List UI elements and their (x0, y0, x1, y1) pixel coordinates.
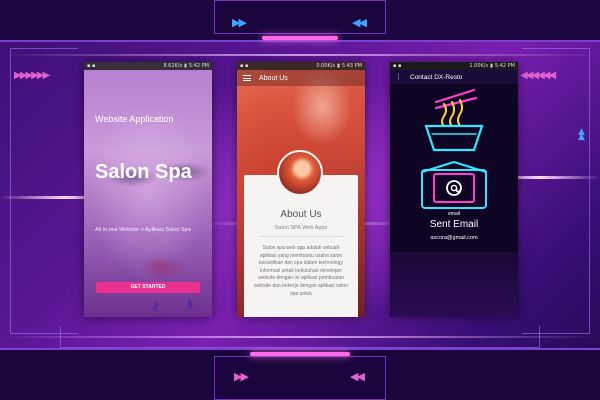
status-left-icons: ▪ ▪ (240, 63, 249, 69)
status-left-icons: ▪ ▪ (87, 63, 96, 69)
neon-at-mail-icon (421, 161, 487, 209)
get-started-button[interactable]: GET STARTED (96, 282, 200, 293)
left-frame-line (10, 48, 78, 334)
status-bar: ▪ ▪ 1.00K/s ▮ 5:42 PM (390, 62, 518, 70)
status-time: 5:43 PM (341, 63, 362, 69)
neon-line (0, 336, 600, 338)
signal-icon: ▮ (490, 63, 493, 69)
app-title: Salon Spa (95, 161, 192, 183)
app-bar-title: About Us (259, 74, 288, 82)
divider (259, 236, 343, 237)
top-chevron-icon: ◀◀ (352, 16, 367, 29)
bottom-glow-bar (250, 352, 350, 356)
bottom-chevron-icon: ▶▶ (234, 370, 249, 383)
right-frame-line (522, 48, 590, 334)
bottom-chevron-icon: ◀◀ (350, 370, 365, 383)
top-glow-bar (262, 36, 338, 40)
network-speed: 8.61K/s (163, 63, 183, 69)
neon-noodle-bowl-icon (424, 88, 484, 152)
top-chevron-icon: ▶▶ (232, 16, 247, 29)
about-body-text: Salon spa web app adalah sebuah aplikasi… (254, 245, 348, 297)
signal-icon: ▮ (337, 63, 340, 69)
status-bar: ▪ ▪ 8.61K/s ▮ 5:42 PM (84, 62, 212, 70)
phone-landing-screen: ▪ ▪ 8.61K/s ▮ 5:42 PM Website Applicatio… (84, 62, 212, 317)
app-bar: ⋮ Contact DX-Resto (390, 70, 518, 84)
contact-bottom-panel (390, 252, 518, 317)
email-address-link[interactable]: axcora@gmail.com (390, 235, 518, 241)
model-face-image (84, 62, 212, 317)
signal-icon: ▮ (184, 63, 187, 69)
status-left-icons: ▪ ▪ (393, 63, 402, 69)
app-bar-title: Contact DX-Resto (410, 73, 463, 81)
hamburger-menu-icon[interactable] (243, 75, 251, 81)
avatar (277, 150, 323, 196)
app-bar: About Us (237, 70, 365, 86)
about-title: About Us (280, 209, 322, 220)
status-time: 5:42 PM (188, 63, 209, 69)
status-time: 5:42 PM (494, 63, 515, 69)
app-tagline: Website Application (95, 114, 174, 124)
vertical-dots-icon[interactable]: ⋮ (395, 74, 402, 81)
status-bar: ▪ ▪ 0.00K/s ▮ 5:43 PM (237, 62, 365, 70)
neon-line (0, 54, 600, 56)
about-subtitle: Salon SPA Web Apps (274, 225, 328, 231)
email-label: email (448, 211, 460, 217)
network-speed: 0.00K/s (316, 63, 336, 69)
network-speed: 1.00K/s (469, 63, 489, 69)
phone-about-screen: ▪ ▪ 0.00K/s ▮ 5:43 PM About Us About Us … (237, 62, 365, 317)
send-email-title[interactable]: Sent Email (390, 219, 518, 230)
app-description: All in one Website + Aplikasi Salon Spa (95, 227, 191, 233)
phone-contact-screen: ▪ ▪ 1.00K/s ▮ 5:42 PM ⋮ Contact DX-Resto (390, 62, 518, 317)
